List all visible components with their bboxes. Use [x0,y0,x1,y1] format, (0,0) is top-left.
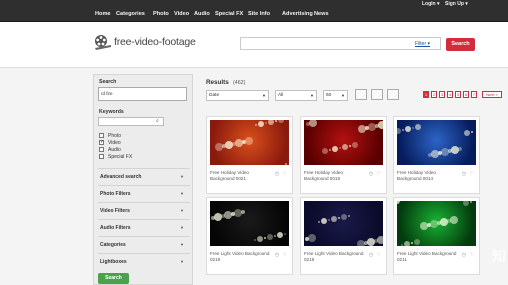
filter-label: Lightboxes [100,259,127,265]
result-card[interactable]: Free Holiday Video Background 0019 ◷ ♡ [300,116,387,194]
card-actions-icon[interactable]: ◷ ♡ [369,171,382,177]
chevron-down-icon: ▼ [180,259,184,264]
search-icon[interactable]: ⌕ [156,118,159,124]
page-5-button[interactable]: 5 [455,91,461,98]
keywords-label: Keywords [99,109,124,115]
filter-categories[interactable]: Categories ▼ [98,236,190,252]
search-label: Search [99,79,117,85]
result-card[interactable]: Free Holiday Video Background 0014 ◷ ♡ [393,116,480,194]
checkbox-special-fx[interactable] [99,154,104,159]
detail-view-icon[interactable] [387,89,399,100]
search-button[interactable]: Search [446,38,475,51]
watermark: 知 [492,248,506,264]
top-nav-bar: Home Categories Photo Video Audio Specia… [0,0,508,22]
type-select[interactable]: All ▼ [275,90,317,101]
checkbox-video[interactable]: ✓ [99,140,104,145]
results-count: (462) [233,80,246,86]
card-actions-icon[interactable]: ◷ ♡ [462,252,475,258]
result-card[interactable]: Free Light Video Background 0218 ◷ ♡ [300,197,387,275]
chevron-down-icon: ▼ [180,191,184,196]
checkbox-photo[interactable] [99,133,104,138]
video-thumbnail[interactable] [210,201,289,246]
card-title[interactable]: Free Light Video Background 0219 [210,251,270,263]
filter-video[interactable]: Video Filters ▼ [98,202,190,218]
video-thumbnail[interactable] [397,120,476,165]
chevron-down-icon: ▼ [180,225,184,230]
checkbox-label-photo: Photo [108,133,122,139]
card-title[interactable]: Free Holiday Video Background 0014 [397,170,457,182]
search-input[interactable] [240,37,441,50]
keywords-input[interactable] [98,117,164,126]
nav-categories[interactable]: Categories [116,11,145,17]
nav-site-info[interactable]: Site Info [248,11,270,17]
chevron-down-icon: ▼ [310,93,314,98]
chevron-down-icon: ▼ [180,174,184,179]
card-title[interactable]: Free Holiday Video Background 0019 [304,170,364,182]
sidebar-search-button[interactable]: Search [98,273,129,284]
filter-label: Categories [100,242,126,248]
nav-audio[interactable]: Audio [194,11,210,17]
filter-label: Advanced search [100,174,142,180]
per-page-select[interactable]: 50 ▼ [323,90,348,101]
grid-view-icon[interactable] [355,89,367,100]
sidebar-panel: Search rd fire Keywords ⌕ Photo ✓ Video … [93,74,193,285]
page-6-button[interactable]: 6 [463,91,469,98]
checkbox-label-video: Video [108,140,121,146]
result-card[interactable]: Free Light Video Background 0211 ◷ ♡ [393,197,480,275]
checkbox-label-audio: Audio [108,147,121,153]
filter-advanced-search[interactable]: Advanced search ▼ [98,168,190,184]
nav-special-fx[interactable]: Special FX [215,11,243,17]
card-title[interactable]: Free Light Video Background 0211 [397,251,457,263]
site-logo[interactable]: free-video-footage [114,36,196,48]
filter-label: Audio Filters [100,225,131,231]
sidebar-search-input[interactable]: rd fire [98,87,187,101]
page-3-button[interactable]: 3 [439,91,445,98]
filter-photo[interactable]: Photo Filters ▼ [98,185,190,201]
video-thumbnail[interactable] [304,120,383,165]
checkbox-label-special-fx: Special FX [108,154,133,160]
page-2-button[interactable]: 2 [431,91,437,98]
filter-label: Video Filters [100,208,130,214]
checkbox-audio[interactable] [99,147,104,152]
filter-label: Photo Filters [100,191,131,197]
filter-lightboxes[interactable]: Lightboxes ▼ [98,253,190,269]
filter-link[interactable]: Filter ▾ [415,41,430,47]
chevron-down-icon: ▼ [262,93,266,98]
card-actions-icon[interactable]: ◷ ♡ [275,252,288,258]
nav-advertising[interactable]: Advertising [282,11,313,17]
video-thumbnail[interactable] [304,201,383,246]
chevron-down-icon: ▼ [180,208,184,213]
login-link[interactable]: Login ▾ [422,1,440,7]
page-4-button[interactable]: 4 [447,91,453,98]
nav-home[interactable]: Home [95,11,111,17]
next-page-button[interactable]: Next » [482,91,502,98]
results-title: Results [206,79,229,86]
filter-audio[interactable]: Audio Filters ▼ [98,219,190,235]
nav-video[interactable]: Video [174,11,189,17]
video-thumbnail[interactable] [210,120,289,165]
card-title[interactable]: Free Light Video Background 0218 [304,251,364,263]
video-thumbnail[interactable] [397,201,476,246]
nav-photo[interactable]: Photo [153,11,169,17]
sort-value: Date [209,93,220,98]
list-view-icon[interactable] [371,89,383,100]
card-actions-icon[interactable]: ◷ ♡ [462,171,475,177]
card-title[interactable]: Free Holiday Video Background 0021 [210,170,270,182]
page-1-button[interactable]: 1 [423,91,429,98]
result-card[interactable]: Free Light Video Background 0219 ◷ ♡ [206,197,293,275]
sort-select[interactable]: Date ▼ [206,90,269,101]
type-value: All [278,93,284,98]
card-actions-icon[interactable]: ◷ ♡ [275,171,288,177]
chevron-down-icon: ▼ [180,242,184,247]
page-7-button[interactable]: 7 [471,91,477,98]
film-reel-logo-icon [95,35,111,50]
signup-link[interactable]: Sign Up ▾ [445,1,468,7]
chevron-down-icon: ▼ [341,93,345,98]
result-card[interactable]: Free Holiday Video Background 0021 ◷ ♡ [206,116,293,194]
card-actions-icon[interactable]: ◷ ♡ [369,252,382,258]
per-page-value: 50 [326,93,332,98]
nav-news[interactable]: News [314,11,329,17]
